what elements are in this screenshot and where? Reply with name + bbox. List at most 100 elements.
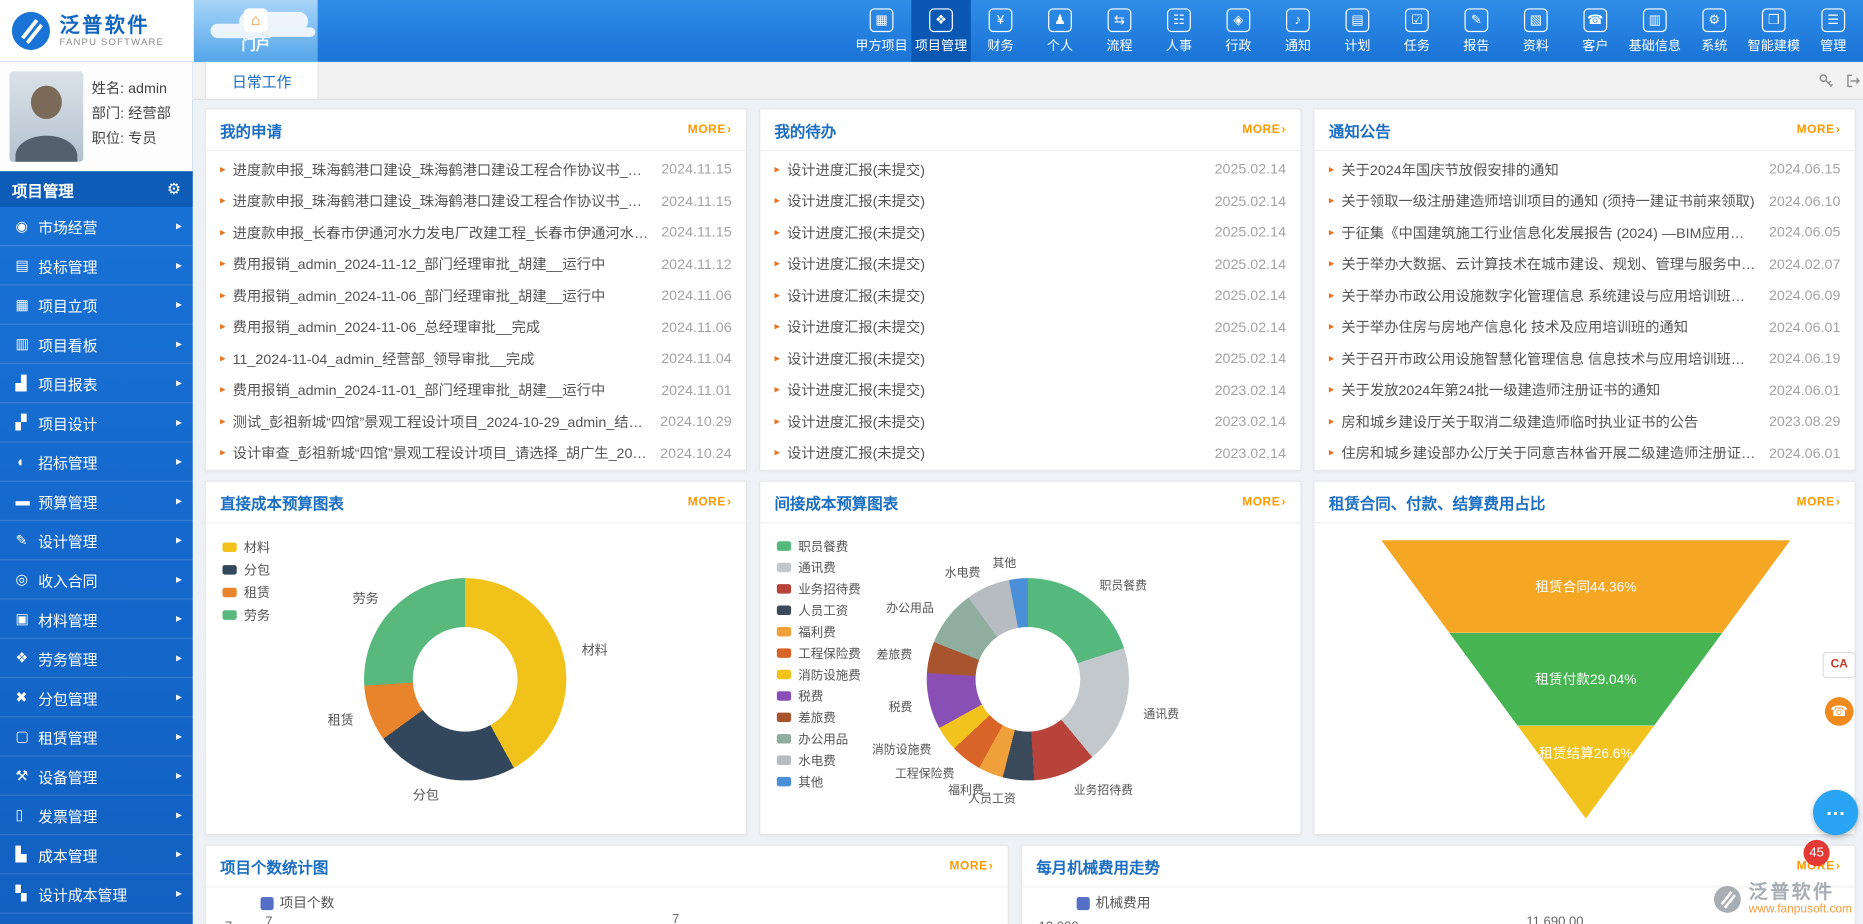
list-item[interactable]: ▸ 关于举办大数据、云计算技术在城市建设、规划、管理与服务中的应用培训班... … [1315,248,1855,280]
list-item[interactable]: ▸ 设计进度汇报(未提交) 2023.02.14 [760,437,1300,469]
legend-item[interactable]: 通讯费 [777,557,861,578]
list-item[interactable]: ▸ 关于举办住房与房地产信息化 技术及应用培训班的通知 2024.06.01 [1315,311,1855,343]
sidebar-menu-item[interactable]: ▟ 项目报表 ▸ [0,364,193,403]
legend-item[interactable]: 水电费 [777,749,861,770]
more-button[interactable]: MORE› [950,860,994,873]
nav-item[interactable]: ▥ 基础信息 [1625,0,1684,62]
sidebar-menu-item[interactable]: ◖ 招标管理 ▸ [0,443,193,482]
sidebar-menu-item[interactable]: ▯ 发票管理 ▸ [0,796,193,835]
list-item[interactable]: ▸ 进度款申报_长春市伊通河水力发电厂改建工程_长春市伊通河水力发电... 20… [206,217,746,249]
sidebar-menu-item[interactable]: ▦ 项目立项 ▸ [0,286,193,325]
sidebar-menu-item[interactable]: ⚒ 设备管理 ▸ [0,757,193,796]
list-item[interactable]: ▸ 于征集《中国建筑施工行业信息化发展报告 (2024) —BIM应用与发展》材… [1315,217,1855,249]
list-item[interactable]: ▸ 设计进度汇报(未提交) 2023.02.14 [760,374,1300,406]
list-item[interactable]: ▸ 进度款申报_珠海鹤港口建设_珠海鹤港口建设工程合作协议书_admin_...… [206,153,746,185]
nav-item-portal[interactable]: ⌂ 门户 [194,0,318,62]
list-item[interactable]: ▸ 住房和城乡建设部办公厅关于同意吉林省开展二级建造师注册证书电子证书电子化试点… [1315,437,1855,469]
list-item[interactable]: ▸ 费用报销_admin_2024-11-06_部门经理审批_胡建__运行中 2… [206,280,746,312]
nav-item[interactable]: ⇆ 流程 [1090,0,1149,62]
list-item[interactable]: ▸ 设计进度汇报(未提交) 2025.02.14 [760,185,1300,217]
nav-item[interactable]: ✎ 报告 [1447,0,1506,62]
legend-item[interactable]: 差旅费 [777,707,861,728]
list-item[interactable]: ▸ 关于举办市政公用设施数字化管理信息 系统建设与应用培训班的通知 2024.0… [1315,280,1855,312]
notification-badge[interactable]: 45 [1804,840,1830,866]
list-item[interactable]: ▸ 设计进度汇报(未提交) 2025.02.14 [760,153,1300,185]
sidebar-menu-item[interactable]: ▚ 设计成本管理 ▸ [0,874,193,913]
list-item[interactable]: ▸ 关于领取一级注册建造师培训项目的通知 (须持一建证书前来领取) 2024.0… [1315,185,1855,217]
sidebar-menu-item[interactable]: ✖ 分包管理 ▸ [0,678,193,717]
legend-item[interactable]: 分包 [222,558,270,581]
nav-item[interactable]: ☎ 客户 [1566,0,1625,62]
password-key-icon[interactable] [1818,73,1835,90]
sidebar-menu-item[interactable]: ◎ 收入合同 ▸ [0,560,193,599]
list-item[interactable]: ▸ 11_2024-11-04_admin_经营部_领导审批__完成 2024.… [206,343,746,375]
nav-item[interactable]: ¥ 财务 [971,0,1030,62]
sidebar-menu-item[interactable]: ▤ 投标管理 ▸ [0,246,193,285]
nav-item[interactable]: ♟ 个人 [1030,0,1089,62]
nav-item[interactable]: ◈ 行政 [1209,0,1268,62]
tab-daily-work[interactable]: 日常工作 [205,62,319,99]
exit-fullscreen-icon[interactable] [1845,73,1862,90]
sidebar-menu-item[interactable]: ▞ 项目设计 ▸ [0,403,193,442]
legend-item[interactable]: 办公用品 [777,728,861,749]
more-button[interactable]: MORE› [1242,495,1286,508]
nav-item[interactable]: ☑ 任务 [1387,0,1446,62]
legend-item[interactable]: 工程保险费 [777,642,861,663]
list-item[interactable]: ▸ 设计进度汇报(未提交) 2025.02.14 [760,280,1300,312]
list-item[interactable]: ▸ 关于召开市政公用设施智慧化管理信息 信息技术与应用培训班的通知 2024.0… [1315,343,1855,375]
legend-item[interactable]: 劳务 [222,603,270,626]
list-item[interactable]: ▸ 设计进度汇报(未提交) 2025.02.14 [760,248,1300,280]
panel-title: 我的申请 [220,118,282,141]
more-button[interactable]: MORE› [1797,495,1841,508]
legend-item[interactable]: 人员工资 [777,600,861,621]
list-item[interactable]: ▸ 设计进度汇报(未提交) 2023.02.14 [760,406,1300,438]
list-item[interactable]: ▸ 关于发放2024年第24批一级建造师注册证书的通知 2024.06.01 [1315,374,1855,406]
nav-item[interactable]: ☷ 人事 [1149,0,1208,62]
legend-item[interactable]: 其他 [777,771,861,792]
legend-item[interactable]: 业务招待费 [777,578,861,599]
sidebar-menu-item[interactable]: ▙ 成本管理 ▸ [0,835,193,874]
legend-item[interactable]: 福利费 [777,621,861,642]
nav-item[interactable]: ☰ 管理 [1804,0,1863,62]
phone-icon[interactable]: ☎ [1825,697,1854,726]
list-item[interactable]: ▸ 关于2024年国庆节放假安排的通知 2024.06.15 [1315,153,1855,185]
sidebar-menu-item[interactable]: ◉ 市场经营 ▸ [0,207,193,246]
ca-certificate-button[interactable]: CA [1823,652,1856,678]
list-item[interactable]: ▸ 设计进度汇报(未提交) 2025.02.14 [760,217,1300,249]
legend-item[interactable]: 职员餐费 [777,535,861,556]
list-item[interactable]: ▸ 费用报销_admin_2024-11-06_总经理审批__完成 2024.1… [206,311,746,343]
nav-item[interactable]: ⚙ 系统 [1685,0,1744,62]
list-item[interactable]: ▸ 费用报销_admin_2024-11-01_部门经理审批_胡建__运行中 2… [206,374,746,406]
more-button[interactable]: MORE› [688,123,732,136]
legend-item[interactable]: 消防设施费 [777,664,861,685]
sidebar-menu-item[interactable]: ☑ 质量管理 ▸ [0,914,193,924]
sidebar-menu-item[interactable]: ▥ 项目看板 ▸ [0,325,193,364]
list-item[interactable]: ▸ 设计进度汇报(未提交) 2025.02.14 [760,311,1300,343]
more-button[interactable]: MORE› [688,495,732,508]
more-arrow-icon: › [1281,123,1286,136]
sidebar-menu-item[interactable]: ▣ 材料管理 ▸ [0,600,193,639]
list-item[interactable]: ▸ 设计审查_彭祖新城“四馆”景观工程设计项目_请选择_胡广生_2024-10-… [206,437,746,469]
legend-item[interactable]: 租赁 [222,581,270,604]
nav-item[interactable]: ▧ 资料 [1506,0,1565,62]
list-item[interactable]: ▸ 费用报销_admin_2024-11-12_部门经理审批_胡建__运行中 2… [206,248,746,280]
gear-icon[interactable]: ⚙ [167,180,181,199]
more-button[interactable]: MORE› [1242,123,1286,136]
list-item[interactable]: ▸ 测试_彭祖新城“四馆”景观工程设计项目_2024-10-29_admin_结… [206,406,746,438]
legend-item[interactable]: 税费 [777,685,861,706]
nav-item[interactable]: ❖ 项目管理 [911,0,970,62]
sidebar-menu-item[interactable]: ▢ 租赁管理 ▸ [0,717,193,756]
more-button[interactable]: MORE› [1797,123,1841,136]
list-item[interactable]: ▸ 进度款申报_珠海鹤港口建设_珠海鹤港口建设工程合作协议书_admin_...… [206,185,746,217]
list-item[interactable]: ▸ 房和城乡建设厅关于取消二级建造师临时执业证书的公告 2023.08.29 [1315,406,1855,438]
list-item[interactable]: ▸ 设计进度汇报(未提交) 2025.02.14 [760,343,1300,375]
nav-item[interactable]: ▦ 甲方项目 [852,0,911,62]
sidebar-menu-item[interactable]: ▬ 预算管理 ▸ [0,482,193,521]
nav-item[interactable]: ♪ 通知 [1268,0,1327,62]
sidebar-menu-item[interactable]: ❖ 劳务管理 ▸ [0,639,193,678]
nav-item[interactable]: ❒ 智能建模 [1744,0,1803,62]
legend-item[interactable]: 材料 [222,535,270,558]
customer-service-chat-icon[interactable]: … [1813,790,1858,835]
nav-item[interactable]: ▤ 计划 [1328,0,1387,62]
sidebar-menu-item[interactable]: ✎ 设计管理 ▸ [0,521,193,560]
